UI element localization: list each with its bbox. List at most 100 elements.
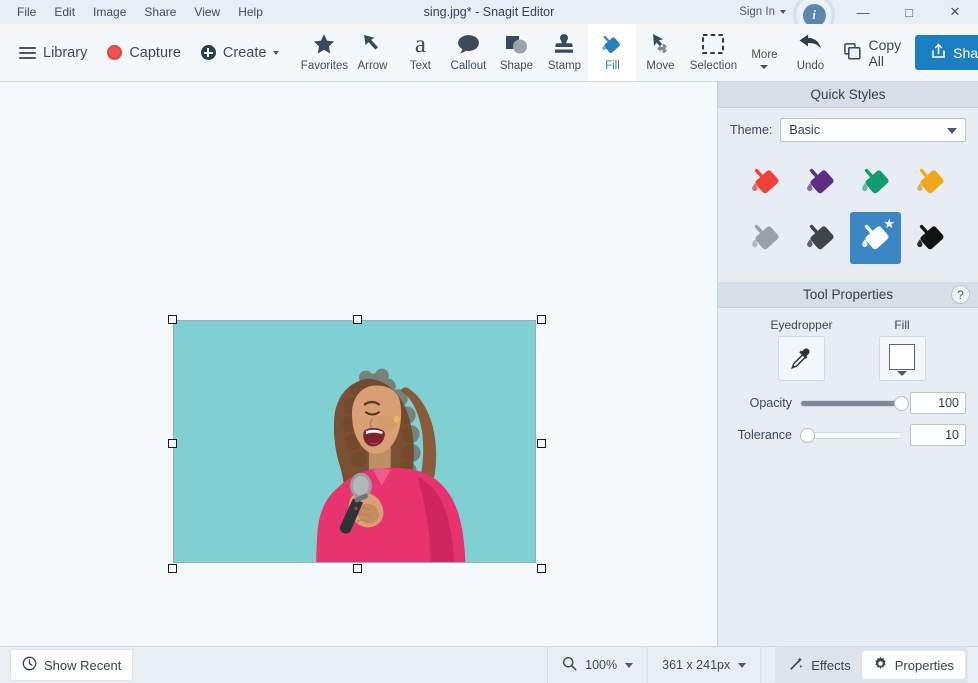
eyedropper-button[interactable]: [777, 336, 825, 381]
opacity-slider-knob[interactable]: [893, 395, 909, 411]
canvas-image[interactable]: [173, 320, 536, 563]
canvas-area[interactable]: [0, 82, 717, 646]
menu-share[interactable]: Share: [135, 2, 185, 22]
sign-in-label: Sign In: [739, 6, 775, 18]
maximize-button[interactable]: □: [886, 0, 932, 24]
dimensions-value: 361 x 241px: [662, 658, 731, 672]
help-icon[interactable]: ?: [951, 285, 970, 304]
show-recent-label: Show Recent: [44, 657, 122, 673]
opacity-value[interactable]: 100: [910, 392, 966, 414]
capture-button[interactable]: Capture: [98, 39, 190, 67]
tool-text[interactable]: a Text: [396, 24, 444, 81]
fill-color-button[interactable]: [878, 336, 926, 381]
tool-properties-title: Tool Properties: [802, 287, 894, 302]
tool-favorites[interactable]: Favorites: [300, 24, 348, 81]
quick-style-fill-purple[interactable]: [795, 156, 846, 208]
menu-edit[interactable]: Edit: [45, 2, 84, 22]
quick-style-fill-black[interactable]: [905, 212, 956, 264]
quick-style-fill-darkgray[interactable]: [795, 212, 846, 264]
undo-icon: [797, 29, 824, 59]
stamp-icon: [552, 29, 576, 59]
copy-all-button[interactable]: Copy All: [834, 31, 911, 75]
sign-in-button[interactable]: Sign In: [735, 6, 790, 18]
status-bar: Show Recent 100% 361 x 241px Effects Pro…: [0, 646, 978, 683]
capture-label: Capture: [129, 44, 181, 61]
hamburger-icon: [19, 46, 36, 59]
callout-icon: [456, 29, 481, 59]
resize-handle-bottom-center[interactable]: [353, 564, 362, 573]
resize-handle-bottom-left[interactable]: [168, 564, 177, 573]
quick-style-fill-red[interactable]: [740, 156, 791, 208]
opacity-slider[interactable]: [800, 395, 909, 411]
tool-label: Selection: [689, 60, 738, 72]
quick-style-fill-white[interactable]: ★: [850, 212, 901, 264]
zoom-control[interactable]: 100%: [547, 646, 647, 683]
show-recent-button[interactable]: Show Recent: [10, 649, 134, 681]
tool-fill[interactable]: Fill: [588, 24, 637, 81]
magic-wand-icon: [789, 656, 804, 674]
tool-stamp[interactable]: Stamp: [540, 24, 588, 81]
quick-style-fill-gray[interactable]: [740, 212, 791, 264]
tool-arrow[interactable]: Arrow: [348, 24, 396, 81]
share-label: Share: [953, 44, 978, 61]
close-button[interactable]: ✕: [932, 0, 978, 24]
create-button[interactable]: Create: [192, 39, 289, 67]
undo-button[interactable]: Undo: [786, 24, 834, 81]
resize-handle-top-left[interactable]: [168, 315, 177, 324]
eyedropper-icon: [791, 347, 811, 369]
undo-label: Undo: [796, 60, 825, 72]
toolbar-right-group: Copy All Share: [834, 24, 978, 81]
main-toolbar: Library Capture Create Favorites Arrow a…: [0, 24, 978, 82]
chevron-down-icon: [780, 10, 786, 14]
menu-help[interactable]: Help: [229, 2, 272, 22]
dimensions-control[interactable]: 361 x 241px: [647, 646, 760, 683]
quick-style-fill-green[interactable]: [850, 156, 901, 208]
status-bar-right: 100% 361 x 241px Effects Properties: [547, 646, 978, 683]
tolerance-value[interactable]: 10: [910, 424, 966, 446]
resize-handle-middle-left[interactable]: [168, 439, 177, 448]
tool-properties-buttons: Eyedropper Fill: [718, 308, 978, 387]
theme-select[interactable]: Basic: [780, 118, 966, 142]
minimize-button[interactable]: —: [840, 0, 886, 24]
tool-move[interactable]: Move: [636, 24, 684, 81]
library-button[interactable]: Library: [10, 39, 96, 67]
effects-tab[interactable]: Effects: [778, 651, 862, 679]
tool-label: Callout: [450, 60, 487, 72]
menu-file[interactable]: File: [8, 2, 45, 22]
title-bar: File Edit Image Share View Help sing.jpg…: [0, 0, 978, 36]
properties-label: Properties: [894, 657, 954, 673]
more-tools-button[interactable]: More: [742, 24, 786, 81]
tool-label: Favorites: [300, 60, 349, 72]
share-button[interactable]: Share: [915, 35, 978, 70]
tolerance-slider-row: Tolerance 10: [718, 419, 978, 451]
resize-handle-top-right[interactable]: [537, 315, 546, 324]
tolerance-label: Tolerance: [737, 428, 792, 442]
resize-handle-bottom-right[interactable]: [537, 564, 546, 573]
resize-handle-top-center[interactable]: [353, 315, 362, 324]
quick-styles-grid: ★: [718, 150, 978, 282]
tool-shape[interactable]: Shape: [492, 24, 540, 81]
tolerance-slider-knob[interactable]: [799, 427, 815, 443]
chevron-down-icon: [760, 65, 769, 69]
panel-toggle-group: Effects Properties: [775, 646, 968, 683]
tolerance-slider[interactable]: [799, 427, 902, 443]
menu-view[interactable]: View: [185, 2, 229, 22]
create-label: Create: [222, 44, 267, 61]
quick-style-fill-amber[interactable]: [905, 156, 956, 208]
search-icon: [562, 656, 577, 674]
selection-icon: [701, 29, 725, 59]
tool-selection[interactable]: Selection: [684, 24, 742, 81]
menu-image[interactable]: Image: [84, 2, 135, 22]
share-upload-icon: [931, 43, 946, 62]
resize-handle-middle-right[interactable]: [537, 439, 546, 448]
copy-icon: [844, 42, 862, 63]
tool-label: Move: [646, 60, 675, 72]
theme-label: Theme:: [730, 123, 773, 137]
status-divider: [760, 646, 762, 683]
right-panel: Quick Styles Theme: Basic ★ Tool Propert…: [717, 82, 978, 646]
more-label: More: [751, 49, 778, 61]
tool-callout[interactable]: Callout: [444, 24, 492, 81]
properties-tab[interactable]: Properties: [861, 651, 965, 679]
image-selection[interactable]: [168, 315, 547, 574]
fill-color-swatch: [889, 344, 916, 370]
